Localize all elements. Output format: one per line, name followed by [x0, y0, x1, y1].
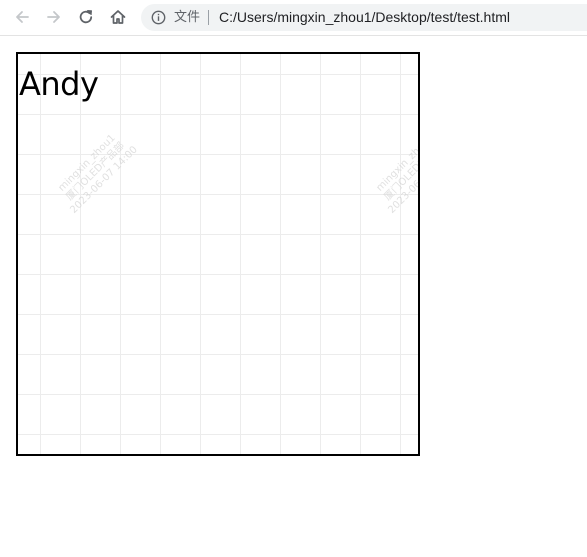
reload-button[interactable]	[73, 4, 99, 30]
site-info-label[interactable]: 文件	[174, 9, 200, 26]
back-button[interactable]	[9, 4, 35, 30]
omnibox-separator	[208, 10, 209, 25]
forward-button[interactable]	[41, 4, 67, 30]
arrow-right-icon	[47, 11, 60, 23]
bordered-grid-box: Andy mingxin_zhou1 厦门OLED产品部 2023-06-07 …	[16, 52, 420, 456]
address-bar[interactable]: 文件 C:/Users/mingxin_zhou1/Desktop/test/t…	[141, 4, 587, 31]
watermark: mingxin_zhou1 厦门OLED产品部 2023-06-07 14:00	[41, 437, 151, 454]
home-button[interactable]	[105, 4, 131, 30]
browser-toolbar: 文件 C:/Users/mingxin_zhou1/Desktop/test/t…	[0, 0, 587, 36]
info-icon[interactable]	[151, 10, 166, 25]
arrow-left-icon	[16, 11, 29, 23]
watermark: mingxin_zhou1 厦门OLED产品部 2023-06-07 14:00	[56, 132, 140, 216]
home-icon	[110, 10, 126, 24]
url-text[interactable]: C:/Users/mingxin_zhou1/Desktop/test/test…	[219, 8, 510, 27]
watermark: mingxin_zhou1 厦门OLED产品部 2023-06-07 14:00	[374, 132, 420, 216]
reload-icon	[79, 10, 93, 24]
watermark: mingxin_zhou1 厦门OLED产品部 2023-06-07 14:00	[359, 437, 418, 454]
name-text: Andy	[19, 65, 99, 103]
